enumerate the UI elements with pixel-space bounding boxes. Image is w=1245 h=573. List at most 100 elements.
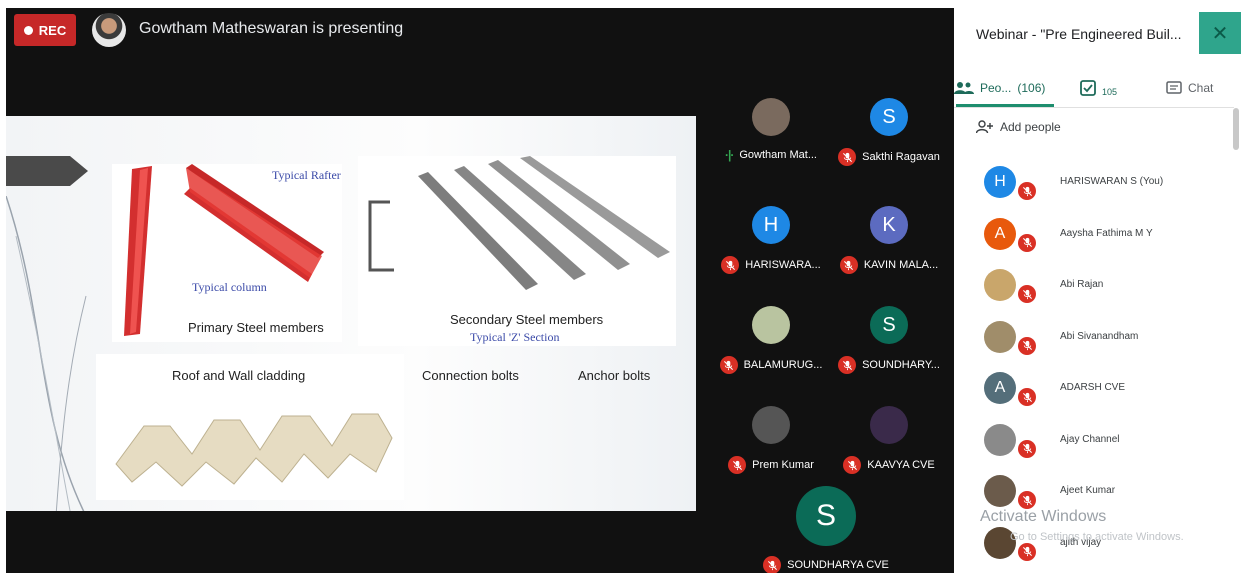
mic-off-icon xyxy=(842,360,852,370)
muted-badge xyxy=(763,556,782,573)
person-initial: A xyxy=(994,379,1006,396)
muted-badge xyxy=(1018,285,1036,303)
muted-badge xyxy=(1018,336,1036,355)
people-list-item[interactable]: Ajay Channel xyxy=(984,423,1224,468)
participant-initial: K xyxy=(882,213,896,236)
close-panel-button[interactable]: ✕ xyxy=(1199,12,1241,54)
add-people-label: Add people xyxy=(1000,120,1061,134)
secondary-members-label: Secondary Steel members xyxy=(450,312,604,327)
muted-badge xyxy=(839,256,858,274)
person-avatar xyxy=(984,320,1016,353)
participant-name-row: KAVIN MALA... xyxy=(822,256,956,274)
add-person-icon xyxy=(976,120,993,134)
mic-off-icon xyxy=(1022,186,1032,196)
participant-avatar xyxy=(752,98,790,136)
participant-name: BALAMURUG... xyxy=(743,359,823,371)
participant-tile[interactable]: S SOUNDHARY... xyxy=(822,286,956,380)
shared-slide: Typical Rafter Typical column Primary St… xyxy=(6,116,696,511)
record-dot-icon xyxy=(23,25,33,35)
mic-off-icon xyxy=(1022,443,1032,454)
participant-tile[interactable]: H HARISWARA... xyxy=(704,186,838,280)
participant-name-row: Sakthi Ragavan xyxy=(822,148,956,166)
roof-cladding-label: Roof and Wall cladding xyxy=(172,368,306,383)
muted-badge xyxy=(1018,491,1036,509)
recording-badge: REC xyxy=(14,14,76,46)
person-avatar: A xyxy=(984,217,1016,250)
participant-tile[interactable]: Prem Kumar xyxy=(704,386,838,480)
close-icon: ✕ xyxy=(1211,22,1229,45)
tab-chat[interactable]: Chat xyxy=(1166,74,1213,102)
person-avatar xyxy=(984,475,1016,507)
person-name: Ajay Channel xyxy=(1060,433,1120,445)
mic-off-icon xyxy=(1022,546,1032,557)
participant-name: KAAVYA CVE xyxy=(867,459,935,471)
participant-name-row: BALAMURUG... xyxy=(704,356,838,374)
person-initial: A xyxy=(994,224,1006,242)
chat-icon xyxy=(1166,80,1182,94)
participant-tile[interactable]: S SOUNDHARYA CVE xyxy=(759,486,893,573)
participant-name: Gowtham Mat... xyxy=(739,149,817,161)
people-list-item[interactable]: Abi Sivanandham xyxy=(984,320,1224,365)
muted-badge xyxy=(1018,233,1036,252)
mic-off-icon xyxy=(1022,495,1032,505)
person-avatar xyxy=(984,423,1016,456)
primary-members-panel: Typical Rafter Typical column Primary St… xyxy=(112,164,342,342)
primary-members-label: Primary Steel members xyxy=(188,320,324,335)
tab-people-count: (106) xyxy=(1017,81,1046,95)
people-list-item[interactable]: A ADARSH CVE xyxy=(984,372,1224,416)
participant-name-row: KAAVYA CVE xyxy=(822,456,956,474)
person-avatar: H xyxy=(984,166,1016,198)
people-icon xyxy=(954,82,974,94)
person-name: ADARSH CVE xyxy=(1060,382,1126,393)
participant-name: Sakthi Ragavan xyxy=(862,151,940,163)
presentation-stage: REC Gowtham Matheswaran is presenting Ty… xyxy=(6,8,954,573)
participant-tile[interactable]: KAAVYA CVE xyxy=(822,386,956,480)
participant-avatar: S xyxy=(796,486,856,546)
slide-arrow-tag xyxy=(6,156,88,186)
people-list-item[interactable]: H HARISWARAN S (You) xyxy=(984,166,1224,210)
speaking-indicator-icon: ·|· xyxy=(725,148,734,162)
person-name: Ajeet Kumar xyxy=(1060,485,1116,496)
presenting-text: Gowtham Matheswaran is presenting xyxy=(139,20,404,37)
participant-tile[interactable]: BALAMURUG... xyxy=(704,286,838,380)
people-list-item[interactable]: Abi Rajan xyxy=(984,269,1224,313)
add-people-button[interactable]: Add people xyxy=(976,120,1061,134)
participant-initial: S xyxy=(882,105,896,128)
participant-avatar: H xyxy=(752,206,790,244)
participant-tile[interactable]: ·|· Gowtham Mat... xyxy=(704,78,838,172)
participant-name-row: SOUNDHARY... xyxy=(822,356,956,374)
participant-name: KAVIN MALA... xyxy=(863,259,939,271)
participant-initial: S xyxy=(882,313,896,336)
person-avatar: A xyxy=(984,372,1016,404)
person-name: Aaysha Fathima M Y xyxy=(1060,227,1153,239)
mic-off-icon xyxy=(767,560,777,570)
tab-chat-label: Chat xyxy=(1188,81,1214,95)
muted-badge xyxy=(719,356,738,374)
primary-steel-illustration xyxy=(124,164,324,336)
people-list-scrollbar[interactable] xyxy=(1233,108,1239,150)
tab-people[interactable]: Peo... (106) xyxy=(954,74,1045,102)
participant-name-row: Prem Kumar xyxy=(704,456,838,474)
participant-tile[interactable]: S Sakthi Ragavan xyxy=(822,78,956,172)
presenter-avatar xyxy=(92,13,126,47)
activation-watermark-subtitle: Go to Settings to activate Windows. xyxy=(1010,531,1184,543)
mic-off-icon xyxy=(724,360,734,370)
mic-off-icon xyxy=(842,152,852,162)
people-list-item[interactable]: A Aaysha Fathima M Y xyxy=(984,217,1224,262)
mic-off-icon xyxy=(732,460,742,470)
participant-name-row: HARISWARA... xyxy=(704,256,838,274)
muted-badge xyxy=(1018,439,1036,458)
tab-activities[interactable]: 105 xyxy=(1080,74,1117,102)
participant-avatar xyxy=(870,406,908,444)
mic-off-icon xyxy=(1022,289,1032,299)
typical-rafter-caption: Typical Rafter xyxy=(272,168,341,182)
participant-tile[interactable]: K KAVIN MALA... xyxy=(822,186,956,280)
person-name: Abi Sivanandham xyxy=(1060,330,1139,342)
typical-column-caption: Typical column xyxy=(192,280,267,294)
participant-avatar: K xyxy=(870,206,908,244)
person-initial: H xyxy=(994,173,1006,190)
muted-badge xyxy=(721,256,740,274)
people-panel: Webinar - "Pre Engineered Buil... ✕ Peo.… xyxy=(954,0,1245,573)
participant-initial: H xyxy=(763,213,779,236)
mic-off-icon xyxy=(1022,340,1032,351)
